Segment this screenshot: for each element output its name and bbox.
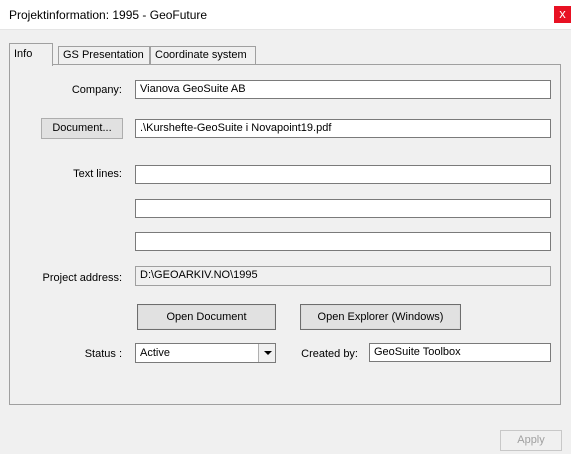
project-address-label: Project address:: [42, 272, 122, 284]
open-explorer-button[interactable]: Open Explorer (Windows): [300, 304, 461, 330]
document-button[interactable]: Document...: [41, 118, 123, 139]
chevron-down-icon[interactable]: [258, 344, 275, 362]
document-path-field[interactable]: .\Kurshefte-GeoSuite i Novapoint19.pdf: [135, 119, 551, 138]
close-button[interactable]: x: [554, 6, 571, 23]
company-field[interactable]: Vianova GeoSuite AB: [135, 80, 551, 99]
status-dropdown[interactable]: Active: [135, 343, 276, 363]
company-label: Company:: [71, 84, 122, 96]
text-line-3-field[interactable]: [135, 232, 551, 251]
created-by-label: Created by:: [301, 348, 358, 360]
apply-button[interactable]: Apply: [500, 430, 562, 451]
project-address-field: D:\GEOARKIV.NO\1995: [135, 266, 551, 286]
close-icon: x: [559, 6, 566, 21]
tab-gs-presentation[interactable]: GS Presentation: [58, 46, 150, 65]
status-value: Active: [140, 347, 170, 359]
window-title: Projektinformation: 1995 - GeoFuture: [9, 8, 208, 22]
tab-coordinate-system[interactable]: Coordinate system: [150, 46, 256, 65]
text-line-2-field[interactable]: [135, 199, 551, 218]
dialog-window: Projektinformation: 1995 - GeoFuture x I…: [0, 0, 571, 454]
created-by-field[interactable]: GeoSuite Toolbox: [369, 343, 551, 362]
text-lines-label: Text lines:: [73, 168, 122, 180]
text-line-1-field[interactable]: [135, 165, 551, 184]
open-document-button[interactable]: Open Document: [137, 304, 276, 330]
tab-info[interactable]: Info: [9, 43, 53, 66]
status-label: Status :: [84, 348, 122, 360]
title-bar: Projektinformation: 1995 - GeoFuture x: [0, 0, 571, 30]
